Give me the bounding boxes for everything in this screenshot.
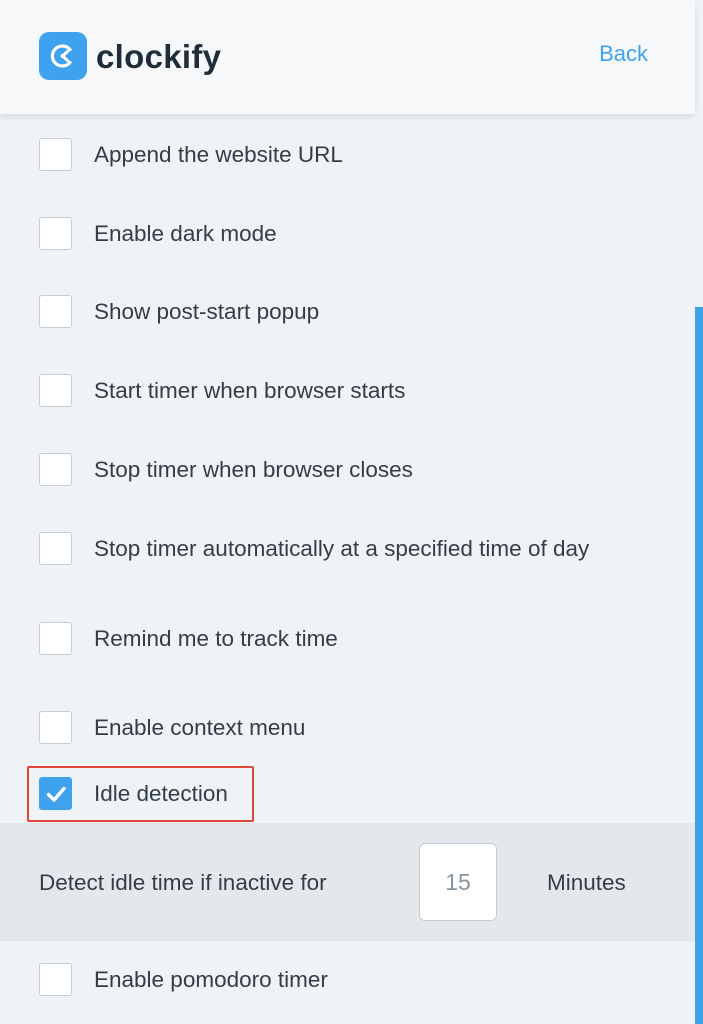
logo-text: clockify [96,37,222,75]
setting-append-url[interactable]: Append the website URL [39,138,343,171]
setting-label: Start timer when browser starts [94,377,406,403]
setting-idle-detection[interactable]: Idle detection [39,777,228,810]
pomodoro-checkbox[interactable] [39,963,72,996]
setting-label: Enable dark mode [94,220,277,246]
setting-label: Show post-start popup [94,298,320,324]
setting-start-on-browser-start[interactable]: Start timer when browser starts [39,374,405,407]
setting-label: Stop timer when browser closes [94,456,413,482]
idle-threshold-label: Detect idle time if inactive for [39,870,327,895]
idle-minutes-input[interactable]: 15 [419,843,497,921]
setting-label: Idle detection [94,780,228,806]
start-on-browser-start-checkbox[interactable] [39,374,72,407]
setting-label: Enable pomodoro timer [94,966,328,992]
post-start-popup-checkbox[interactable] [39,295,72,328]
idle-settings-panel: Detect idle time if inactive for 15 Minu… [0,823,695,941]
setting-label: Append the website URL [94,141,343,167]
auto-stop-time-checkbox[interactable] [39,532,72,565]
idle-detection-checkbox[interactable] [39,777,72,810]
setting-dark-mode[interactable]: Enable dark mode [39,217,277,250]
setting-pomodoro[interactable]: Enable pomodoro timer [39,963,328,996]
setting-label: Enable context menu [94,714,306,740]
setting-context-menu[interactable]: Enable context menu [39,711,305,744]
checkmark-icon [46,786,66,802]
setting-auto-stop-time[interactable]: Stop timer automatically at a specified … [39,532,589,565]
dark-mode-checkbox[interactable] [39,217,72,250]
setting-stop-on-browser-close[interactable]: Stop timer when browser closes [39,453,413,486]
stop-on-browser-close-checkbox[interactable] [39,453,72,486]
remind-track-time-checkbox[interactable] [39,622,72,655]
context-menu-checkbox[interactable] [39,711,72,744]
idle-unit-label: Minutes [547,870,626,895]
back-link[interactable]: Back [599,41,648,67]
setting-label: Stop timer automatically at a specified … [94,535,590,561]
app-header: clockify Back [0,0,695,114]
setting-post-start-popup[interactable]: Show post-start popup [39,295,319,328]
append-url-checkbox[interactable] [39,138,72,171]
setting-label: Remind me to track time [94,625,338,651]
setting-remind-track-time[interactable]: Remind me to track time [39,622,338,655]
clockify-logo: clockify [39,32,221,80]
clockify-logo-icon [39,32,87,80]
scrollbar[interactable] [695,307,703,1024]
